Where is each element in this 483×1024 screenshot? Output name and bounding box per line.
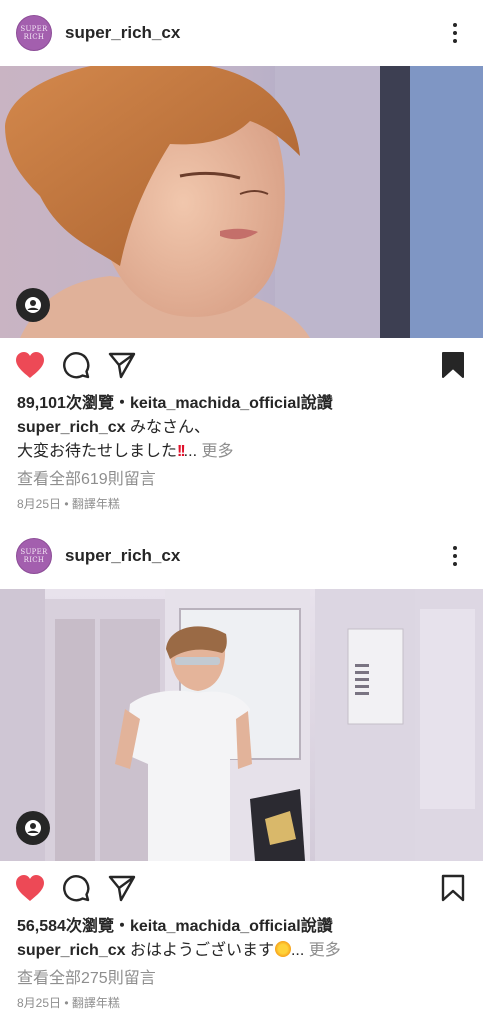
views-line: 89,101次瀏覽・keita_machida_official說讚: [0, 392, 483, 416]
share-icon: [108, 875, 136, 902]
liked-suffix: 說讚: [300, 918, 333, 935]
post-header: SUPER RICH super_rich_cx: [0, 523, 483, 589]
post-date-line: 8月25日 • 翻譯年糕: [17, 996, 120, 1010]
separator: ・: [113, 395, 130, 412]
more-options-icon[interactable]: [443, 541, 467, 571]
bookmark-icon: [442, 352, 464, 378]
share-icon: [108, 352, 136, 379]
translate-link[interactable]: 翻譯年糕: [72, 996, 120, 1010]
post-date-line: 8月25日 • 翻譯年糕: [17, 497, 120, 511]
post-video[interactable]: [0, 66, 483, 338]
share-button[interactable]: [107, 873, 137, 903]
ellipsis: ...: [183, 443, 198, 460]
share-button[interactable]: [107, 350, 137, 380]
comment-button[interactable]: [61, 350, 91, 380]
view-all-comments-link[interactable]: 查看全部275則留言: [0, 967, 483, 991]
comment-icon: [63, 352, 90, 379]
view-count[interactable]: 89,101次瀏覽: [17, 395, 114, 412]
avatar[interactable]: SUPER RICH: [16, 538, 52, 574]
comment-button[interactable]: [61, 873, 91, 903]
bookmark-icon: [441, 874, 465, 902]
separator: ・: [113, 918, 130, 935]
caption-text-line1: おはようございます: [129, 942, 274, 959]
action-bar: [0, 861, 483, 915]
post-date: 8月25日: [17, 497, 62, 511]
action-bar: [0, 338, 483, 392]
post-username[interactable]: super_rich_cx: [65, 546, 180, 566]
post-1: SUPER RICH super_rich_cx 89,101次瀏覽・keita…: [0, 0, 483, 516]
caption: super_rich_cx みなさん、: [0, 416, 483, 440]
caption: super_rich_cx おはようございます... 更多: [0, 939, 483, 963]
sun-emoji-icon: [274, 941, 291, 957]
like-button[interactable]: [15, 873, 45, 903]
caption-username[interactable]: super_rich_cx: [17, 419, 126, 436]
user-tag-icon[interactable]: [16, 288, 50, 322]
more-link[interactable]: 更多: [201, 443, 233, 460]
like-button[interactable]: [15, 350, 45, 380]
view-count[interactable]: 56,584次瀏覽: [17, 918, 114, 935]
post-2: SUPER RICH super_rich_cx 56,584次瀏覽・keita…: [0, 523, 483, 1015]
comment-icon: [63, 875, 90, 902]
heart-icon: [16, 875, 44, 901]
caption-text-line1: みなさん、: [129, 419, 210, 436]
video-frame-portrait: [0, 66, 483, 338]
post-video[interactable]: [0, 589, 483, 861]
save-button[interactable]: [438, 350, 468, 380]
post-date: 8月25日: [17, 996, 62, 1010]
caption-username[interactable]: super_rich_cx: [17, 942, 126, 959]
view-all-comments-link[interactable]: 查看全部619則留言: [0, 468, 483, 492]
ellipsis: ...: [290, 942, 305, 959]
save-button[interactable]: [438, 873, 468, 903]
more-options-icon[interactable]: [443, 18, 467, 48]
user-tag-icon[interactable]: [16, 811, 50, 845]
caption-continued: 大変お待たせしました!!... 更多: [0, 440, 483, 464]
liked-by-user[interactable]: keita_machida_official: [130, 918, 301, 935]
liked-by-user[interactable]: keita_machida_official: [130, 395, 301, 412]
translate-link[interactable]: 翻譯年糕: [72, 497, 120, 511]
views-line: 56,584次瀏覽・keita_machida_official說讚: [0, 915, 483, 939]
heart-icon: [16, 352, 44, 378]
liked-suffix: 說讚: [300, 395, 333, 412]
avatar[interactable]: SUPER RICH: [16, 15, 52, 51]
avatar-logo: SUPER RICH: [20, 25, 48, 41]
avatar-logo: SUPER RICH: [20, 548, 48, 564]
double-exclamation-emoji: !!: [177, 443, 186, 460]
video-frame-hallway: [0, 589, 483, 861]
post-header: SUPER RICH super_rich_cx: [0, 0, 483, 66]
more-link[interactable]: 更多: [309, 942, 341, 959]
caption-text-line2: 大変お待たせしました: [17, 443, 178, 460]
post-username[interactable]: super_rich_cx: [65, 23, 180, 43]
